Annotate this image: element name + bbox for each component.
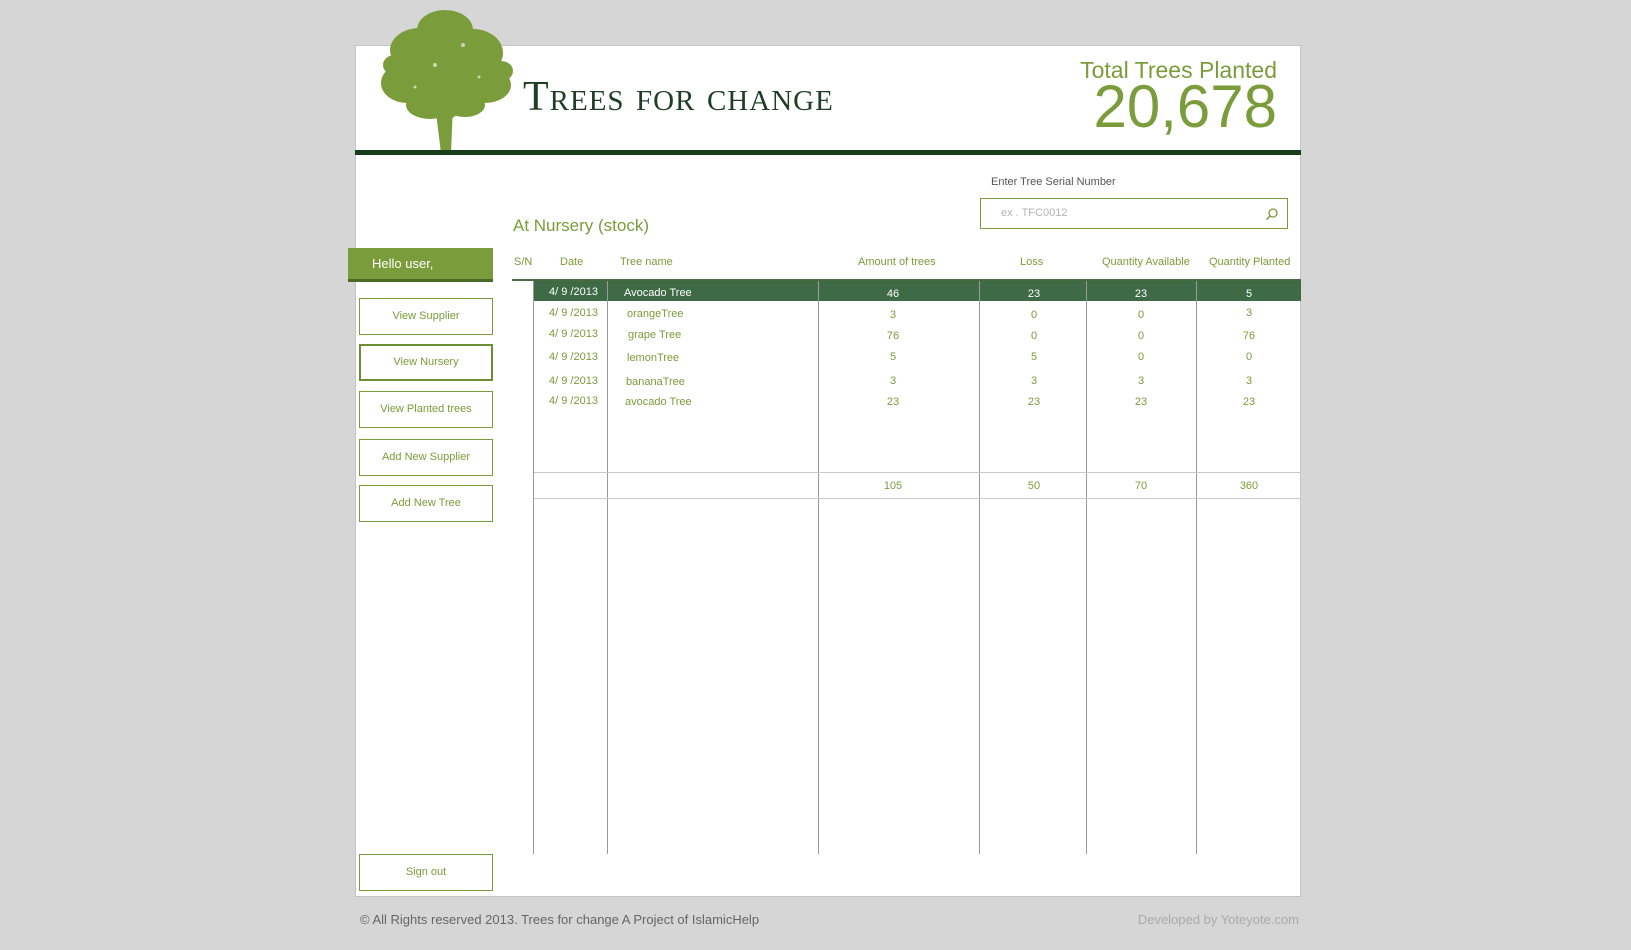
table-cell-name: Avocado Tree (624, 287, 692, 299)
view-nursery-button[interactable]: View Nursery (359, 344, 493, 381)
search-box (980, 198, 1288, 229)
table-cell-planted: 3 (1245, 375, 1253, 387)
total-amount: 105 (883, 480, 903, 492)
table-cell-available: 0 (1137, 330, 1145, 342)
table-cell-name: orangeTree (627, 308, 684, 320)
greeting-banner: Hello user, (348, 248, 493, 282)
table-cell-loss: 23 (1027, 396, 1041, 408)
grid-line (534, 472, 1301, 473)
table-cell-name: avocado Tree (625, 396, 692, 408)
grid-line (818, 281, 819, 854)
table-cell-amount: 46 (886, 288, 900, 300)
table-cell-date: 4/ 9 /2013 (549, 286, 598, 298)
column-header-amount: Amount of trees (858, 256, 936, 268)
total-loss: 50 (1027, 480, 1041, 492)
table-cell-name: bananaTree (626, 376, 685, 388)
table-cell-planted: 76 (1242, 330, 1256, 342)
table-cell-date: 4/ 9 /2013 (549, 307, 598, 319)
table-cell-amount: 3 (889, 375, 897, 387)
footer-developer-link[interactable]: Developed by Yoteyote.com (1100, 912, 1299, 927)
view-supplier-button[interactable]: View Supplier (359, 298, 493, 335)
header-divider (355, 150, 1301, 155)
tree-logo-icon (381, 10, 513, 153)
table-cell-available: 23 (1134, 288, 1148, 300)
column-header-quantity-planted: Quantity Planted (1209, 256, 1291, 268)
column-header-date: Date (560, 256, 584, 268)
table-cell-loss: 3 (1030, 375, 1038, 387)
section-title: At Nursery (stock) (513, 216, 650, 235)
column-header-quantity-available: Quantity Available (1102, 256, 1190, 268)
table-cell-amount: 3 (889, 309, 897, 321)
table-cell-name: lemonTree (627, 352, 680, 364)
table-cell-available: 0 (1137, 309, 1145, 321)
table-cell-available: 0 (1137, 351, 1145, 363)
add-new-supplier-button[interactable]: Add New Supplier (359, 439, 493, 476)
grid-line (534, 498, 1301, 499)
table-cell-date: 4/ 9 /2013 (549, 328, 598, 340)
table-cell-amount: 76 (886, 330, 900, 342)
table-cell-date: 4/ 9 /2013 (549, 351, 598, 363)
table-cell-date: 4/ 9 /2013 (549, 375, 598, 387)
total-trees-value: 20,678 (1093, 73, 1277, 140)
total-available: 70 (1134, 480, 1148, 492)
table-cell-amount: 23 (886, 396, 900, 408)
search-input[interactable] (989, 204, 1251, 222)
sign-out-button[interactable]: Sign out (359, 854, 493, 891)
grid-line (979, 281, 980, 854)
brand-title: Trees for change (523, 74, 834, 120)
search-icon[interactable] (1265, 207, 1279, 221)
table-cell-name: grape Tree (628, 329, 682, 341)
table-cell-planted: 23 (1242, 396, 1256, 408)
table-cell-available: 3 (1137, 375, 1145, 387)
total-planted: 360 (1239, 480, 1259, 492)
table-cell-available: 23 (1134, 396, 1148, 408)
add-new-tree-button[interactable]: Add New Tree (359, 485, 493, 522)
grid-line (533, 281, 534, 854)
table-cell-amount: 5 (889, 351, 897, 363)
grid-line (1196, 281, 1197, 854)
table-cell-planted: 0 (1245, 351, 1253, 363)
column-header-sn: S/N (514, 256, 533, 268)
footer-copyright: © All Rights reserved 2013. Trees for ch… (360, 912, 760, 927)
column-header-loss: Loss (1020, 256, 1044, 268)
table-cell-loss: 0 (1030, 330, 1038, 342)
search-label: Enter Tree Serial Number (991, 176, 1116, 188)
table-cell-loss: 0 (1030, 309, 1038, 321)
grid-line (607, 281, 608, 854)
table-cell-loss: 5 (1030, 351, 1038, 363)
main-panel (355, 45, 1301, 897)
table-cell-planted: 3 (1245, 307, 1253, 319)
table-cell-loss: 23 (1027, 288, 1041, 300)
table-cell-planted: 5 (1245, 288, 1253, 300)
view-planted-trees-button[interactable]: View Planted trees (359, 391, 493, 428)
grid-line (1086, 281, 1087, 854)
column-header-tree-name: Tree name (620, 256, 673, 268)
table-cell-date: 4/ 9 /2013 (549, 395, 598, 407)
